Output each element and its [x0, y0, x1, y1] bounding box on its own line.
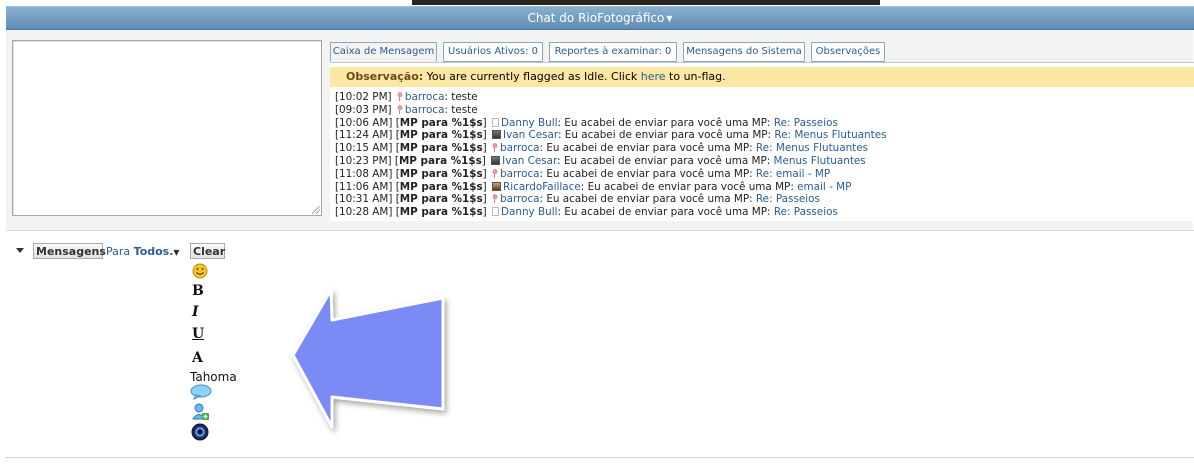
bottom-border [6, 457, 1194, 458]
pointer-arrow-icon [291, 288, 445, 429]
